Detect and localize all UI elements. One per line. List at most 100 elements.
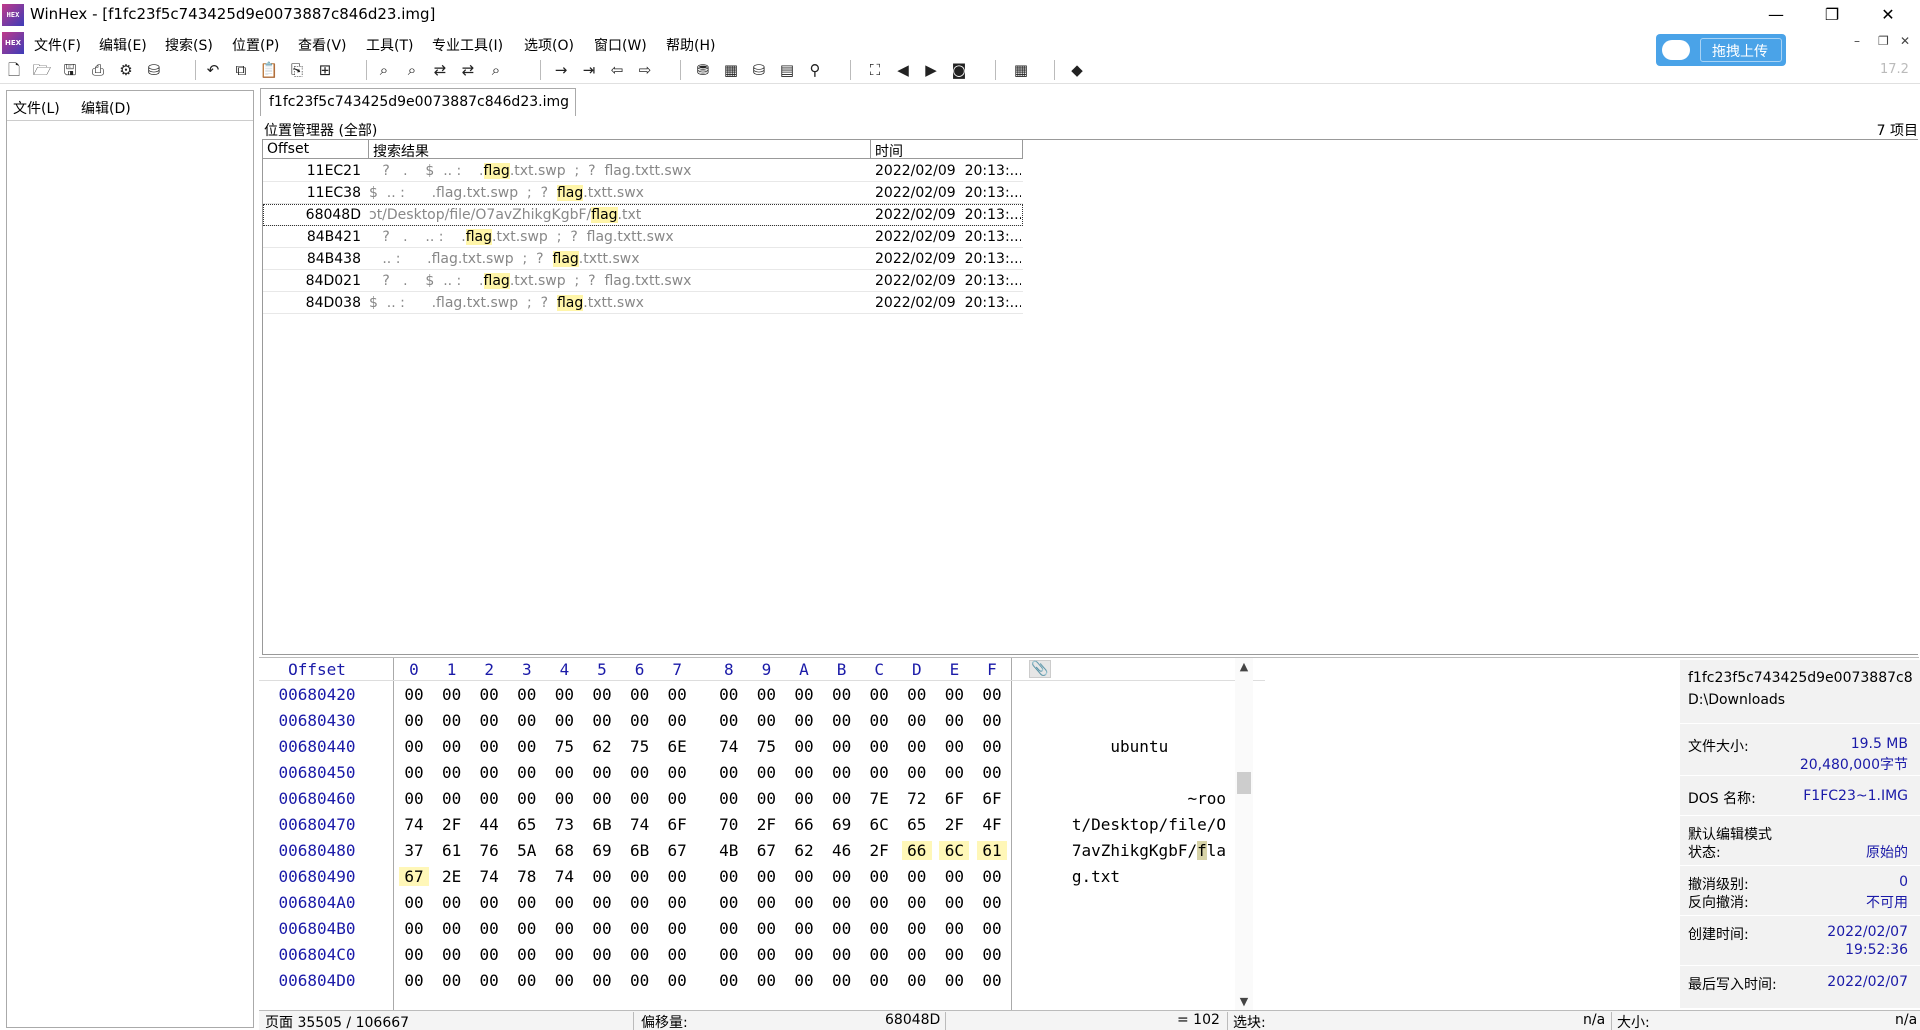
hex-byte[interactable]: 2E: [437, 867, 467, 886]
hex-byte[interactable]: 00: [751, 893, 781, 912]
hex-byte[interactable]: 00: [437, 711, 467, 730]
menu-options[interactable]: 选项(O): [524, 35, 574, 55]
hex-byte[interactable]: 00: [399, 711, 429, 730]
hex-row[interactable]: 006804A0 00 00 00 00 00 00 00 00 00 00 00 00 00 00 00 00: [259, 890, 1259, 916]
hex-byte[interactable]: 00: [751, 945, 781, 964]
hex-byte[interactable]: 00: [789, 893, 819, 912]
hex-byte[interactable]: 00: [474, 919, 504, 938]
hex-byte[interactable]: 00: [789, 789, 819, 808]
hex-byte[interactable]: 75: [625, 737, 655, 756]
hex-row[interactable]: 00680490 67 2E 74 78 74 00 00 00 00 00 00 00 00 00 00 00…: [259, 864, 1259, 890]
menu-edit[interactable]: 编辑(E): [99, 35, 147, 55]
hex-byte[interactable]: 00: [939, 711, 969, 730]
hex-row[interactable]: 006804D0 00 00 00 00 00 00 00 00 00 00 00 00 00 00 00 00: [259, 968, 1259, 994]
find-next-icon[interactable]: ⌕: [485, 59, 507, 81]
hex-byte[interactable]: 00: [827, 867, 857, 886]
menu-position[interactable]: 位置(P): [232, 35, 279, 55]
hex-byte[interactable]: 00: [662, 789, 692, 808]
table-row[interactable]: 84B421 ? . .. : .flag.txt.swp ; ? flag.t…: [263, 226, 1023, 248]
ascii-text[interactable]: t/Desktop/file/O: [1021, 815, 1226, 834]
hex-byte[interactable]: 00: [714, 763, 744, 782]
hex-byte[interactable]: 2F: [864, 841, 894, 860]
forward-arrow-icon[interactable]: ⇨: [634, 59, 656, 81]
hex-byte[interactable]: 00: [939, 971, 969, 990]
scroll-up-icon[interactable]: ▲: [1235, 658, 1253, 676]
hex-byte[interactable]: 2F: [751, 815, 781, 834]
hex-byte[interactable]: 00: [399, 763, 429, 782]
hex-row[interactable]: 00680470 74 2F 44 65 73 6B 74 6F 70 2F 66 69 6C 65 2F 4F…: [259, 812, 1259, 838]
hex-byte[interactable]: 00: [789, 711, 819, 730]
close-button[interactable]: ✕: [1860, 0, 1916, 30]
hex-byte[interactable]: 00: [714, 971, 744, 990]
hex-byte[interactable]: 00: [751, 685, 781, 704]
hex-byte[interactable]: 00: [902, 971, 932, 990]
mdi-close-button[interactable]: ✕: [1900, 34, 1910, 48]
hex-byte[interactable]: 00: [977, 711, 1007, 730]
hex-byte[interactable]: 00: [902, 893, 932, 912]
ascii-text[interactable]: ~roo: [1021, 789, 1226, 808]
hex-scrollbar[interactable]: ▲ ▼: [1235, 658, 1253, 1011]
hex-byte[interactable]: 00: [549, 789, 579, 808]
undo-icon[interactable]: ↶: [202, 59, 224, 81]
hex-byte[interactable]: 00: [827, 685, 857, 704]
hex-byte[interactable]: 00: [939, 919, 969, 938]
hex-byte[interactable]: 00: [437, 685, 467, 704]
hex-byte[interactable]: 00: [474, 971, 504, 990]
hex-byte[interactable]: 00: [662, 711, 692, 730]
hex-byte[interactable]: 00: [662, 685, 692, 704]
hex-byte[interactable]: 00: [714, 893, 744, 912]
hex-byte[interactable]: 00: [902, 919, 932, 938]
hex-byte[interactable]: 6C: [939, 841, 970, 860]
hex-byte[interactable]: 00: [625, 789, 655, 808]
hex-byte[interactable]: 00: [512, 789, 542, 808]
hex-byte[interactable]: 00: [587, 867, 617, 886]
hex-byte[interactable]: 00: [789, 867, 819, 886]
hex-byte[interactable]: 00: [512, 711, 542, 730]
hex-byte[interactable]: 00: [549, 893, 579, 912]
hex-byte[interactable]: 00: [437, 971, 467, 990]
hex-byte[interactable]: 74: [714, 737, 744, 756]
goto-sector-icon[interactable]: ⇥: [578, 59, 600, 81]
menu-pro-tools[interactable]: 专业工具(I): [432, 35, 503, 55]
hex-byte[interactable]: 00: [437, 763, 467, 782]
hex-byte[interactable]: 00: [977, 867, 1007, 886]
binary-icon[interactable]: ⊞: [314, 59, 336, 81]
hex-byte[interactable]: 00: [399, 971, 429, 990]
hex-byte[interactable]: 73: [549, 815, 579, 834]
hex-row[interactable]: 00680460 00 00 00 00 00 00 00 00 00 00 00 00 7E 72 6F 6F…: [259, 786, 1259, 812]
hex-byte[interactable]: 00: [625, 711, 655, 730]
hex-byte[interactable]: 00: [512, 971, 542, 990]
hex-byte[interactable]: 4B: [714, 841, 744, 860]
hex-byte[interactable]: 00: [977, 737, 1007, 756]
hex-byte[interactable]: 00: [902, 763, 932, 782]
hex-byte[interactable]: 00: [827, 919, 857, 938]
hex-byte[interactable]: 00: [977, 945, 1007, 964]
hex-byte[interactable]: 00: [789, 763, 819, 782]
hex-byte[interactable]: 00: [512, 945, 542, 964]
menu-search[interactable]: 搜索(S): [165, 35, 213, 55]
table-row[interactable]: 68048D ɔt/Desktop/file/O7avZhikgKgbF/flag…: [263, 204, 1023, 226]
hex-byte[interactable]: 00: [939, 945, 969, 964]
hex-byte[interactable]: 00: [827, 763, 857, 782]
hex-row[interactable]: 00680480 37 61 76 5A 68 69 6B 67 4B 67 62 46 2F 66 6C 61…: [259, 838, 1259, 864]
hex-byte[interactable]: 74: [399, 815, 429, 834]
hex-byte[interactable]: 00: [662, 893, 692, 912]
save-icon[interactable]: 🖫: [59, 59, 81, 81]
hex-byte[interactable]: 00: [789, 919, 819, 938]
hex-byte[interactable]: 00: [549, 971, 579, 990]
hex-byte[interactable]: 00: [437, 945, 467, 964]
hex-byte[interactable]: 6B: [625, 841, 655, 860]
hex-byte[interactable]: 4F: [977, 815, 1007, 834]
hex-byte[interactable]: 67: [751, 841, 781, 860]
hex-byte[interactable]: 00: [714, 945, 744, 964]
hex-byte[interactable]: 75: [549, 737, 579, 756]
hex-byte[interactable]: 00: [512, 737, 542, 756]
magnifier-icon[interactable]: ⚲: [804, 59, 826, 81]
disk-icon[interactable]: ⛁: [748, 59, 770, 81]
hex-byte[interactable]: 74: [474, 867, 504, 886]
hex-byte[interactable]: 68: [549, 841, 579, 860]
hex-byte[interactable]: 00: [827, 971, 857, 990]
hex-row[interactable]: 006804B0 00 00 00 00 00 00 00 00 00 00 00 00 00 00 00 00: [259, 916, 1259, 942]
hex-byte[interactable]: 00: [977, 685, 1007, 704]
hex-byte[interactable]: 00: [549, 919, 579, 938]
